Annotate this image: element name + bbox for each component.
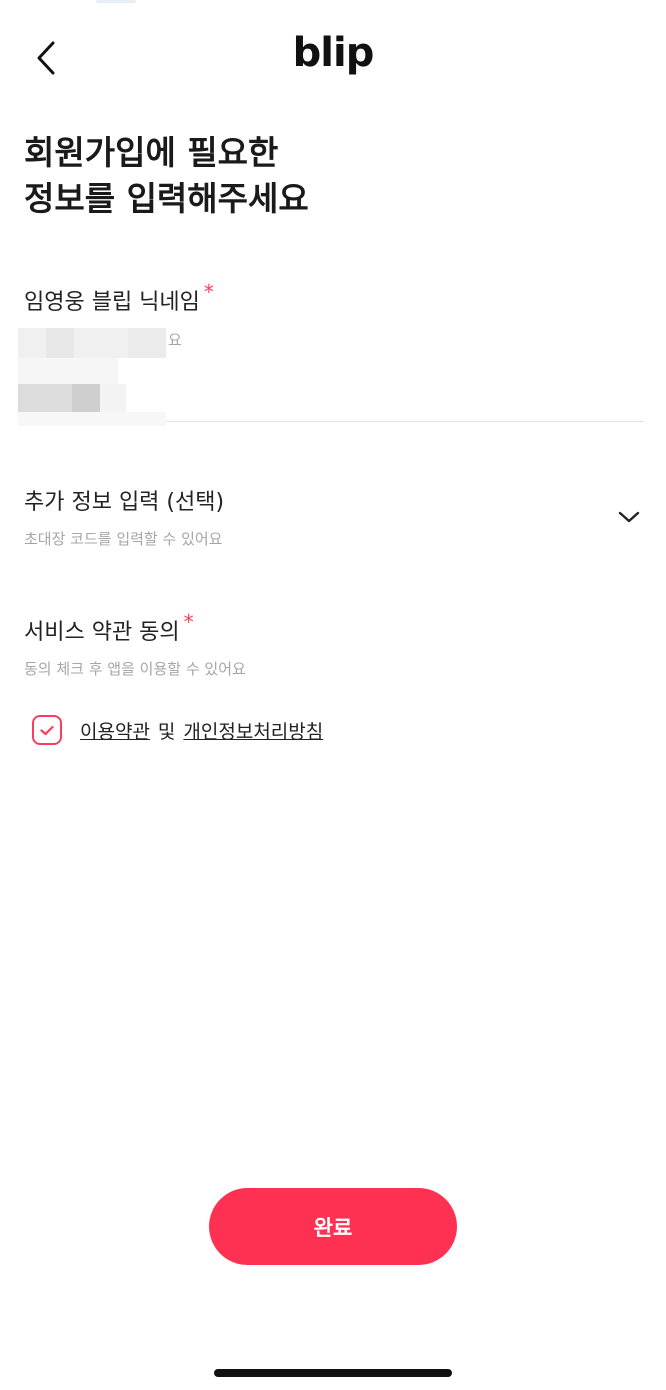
terms-checkbox[interactable] — [32, 715, 62, 745]
required-marker: * — [183, 610, 194, 634]
extra-info-help: 초대장 코드를 입력할 수 있어요 — [24, 530, 223, 548]
nickname-input-underline — [166, 421, 644, 422]
chevron-down-icon — [618, 511, 640, 523]
terms-agreement-row: 이용약관 및 개인정보처리방침 — [32, 712, 323, 748]
home-indicator — [214, 1369, 452, 1377]
nickname-hint-suffix: 요 — [168, 331, 182, 349]
terms-field-group: 서비스 약관 동의 * 동의 체크 후 앱을 이용할 수 있어요 — [24, 610, 644, 679]
required-marker: * — [203, 280, 214, 304]
extra-info-label: 추가 정보 입력 (선택) — [24, 490, 225, 515]
nickname-field-group: 임영웅 블립 닉네임 * 요 — [24, 280, 644, 349]
checkmark-icon — [40, 725, 54, 735]
page-title-line-2: 정보를 입력해주세요 — [24, 179, 309, 218]
page-title: 회원가입에 필요한 정보를 입력해주세요 — [24, 130, 624, 222]
extra-info-expander[interactable]: 추가 정보 입력 (선택) 초대장 코드를 입력할 수 있어요 — [24, 484, 644, 554]
terms-help: 동의 체크 후 앱을 이용할 수 있어요 — [24, 660, 246, 678]
privacy-policy-link[interactable]: 개인정보처리방침 — [183, 721, 323, 743]
terms-conjunction: 및 — [157, 720, 176, 743]
redacted-nickname-area — [18, 328, 170, 462]
app-logo: blip — [292, 30, 375, 76]
terms-of-service-link[interactable]: 이용약관 — [80, 721, 150, 743]
top-navigation-bar: blip — [0, 0, 666, 110]
page-title-line-1: 회원가입에 필요한 — [24, 133, 279, 172]
nickname-input[interactable] — [18, 420, 170, 462]
nickname-label: 임영웅 블립 닉네임 — [24, 290, 200, 315]
terms-text: 이용약관 및 개인정보처리방침 — [80, 717, 323, 744]
expand-button[interactable] — [614, 502, 644, 532]
submit-button[interactable]: 완료 — [209, 1188, 457, 1265]
terms-label: 서비스 약관 동의 — [24, 620, 180, 645]
